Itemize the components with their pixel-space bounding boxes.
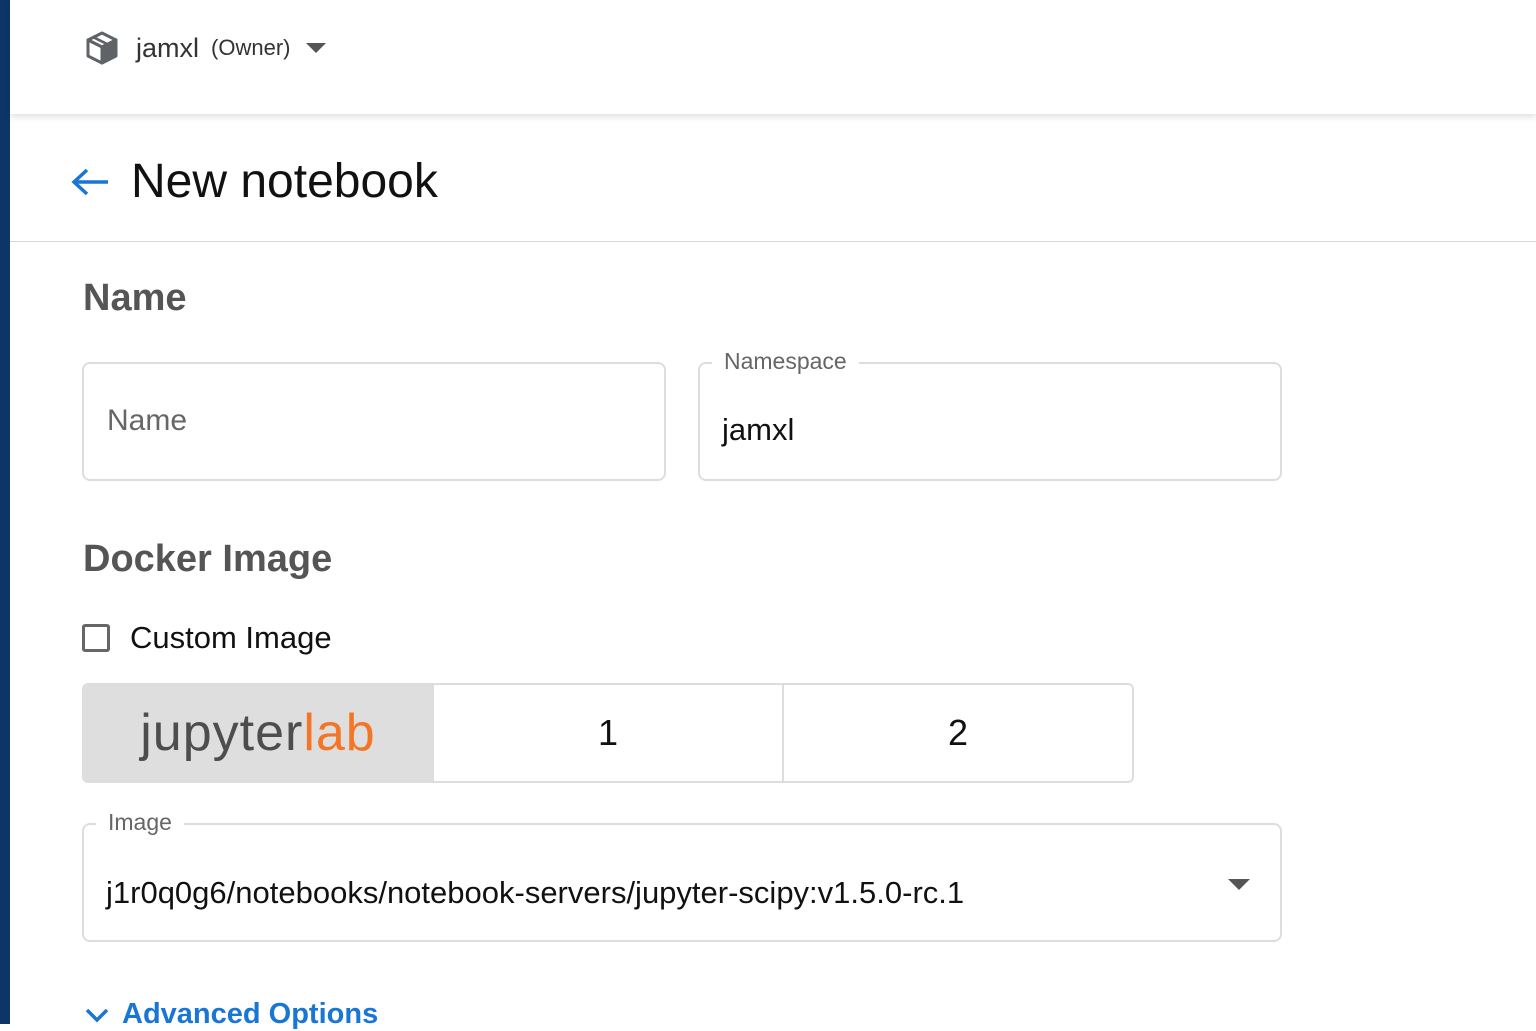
docker-image-section-heading: Docker Image	[83, 538, 333, 580]
jupyterlab-logo: jupyterlab	[140, 704, 376, 762]
name-input[interactable]: Name	[82, 362, 666, 481]
chevron-down-icon	[85, 1008, 109, 1022]
image-select[interactable]: Image j1r0q0g6/notebooks/notebook-server…	[82, 809, 1282, 942]
advanced-options-toggle[interactable]: Advanced Options	[84, 998, 378, 1031]
image-select-value: j1r0q0g6/notebooks/notebook-servers/jupy…	[106, 875, 965, 910]
image-select-label: Image	[96, 809, 184, 836]
namespace-name: jamxl	[136, 32, 200, 63]
namespace-selector[interactable]: jamxl (Owner)	[84, 30, 327, 66]
page-title: New notebook	[131, 155, 438, 208]
server-type-jupyterlab-button[interactable]: jupyterlab	[84, 685, 432, 781]
left-navigation-strip	[0, 0, 10, 1024]
caret-down-icon	[306, 43, 327, 53]
namespace-field-value: jamxl	[722, 412, 795, 447]
name-section-heading: Name	[83, 277, 187, 319]
custom-image-checkbox[interactable]	[82, 624, 110, 652]
namespace-field-label: Namespace	[712, 348, 859, 375]
arrow-left-icon[interactable]	[70, 166, 110, 198]
namespace-field[interactable]: Namespace jamxl	[698, 348, 1282, 481]
name-input-placeholder: Name	[107, 404, 188, 437]
cube-icon	[86, 31, 118, 65]
page-header: New notebook	[10, 114, 1536, 242]
server-type-option-2-button[interactable]: 2	[782, 685, 1132, 781]
top-toolbar: jamxl (Owner)	[10, 0, 1536, 114]
caret-down-icon	[1228, 879, 1250, 890]
advanced-options-label: Advanced Options	[122, 998, 379, 1030]
custom-image-checkbox-row[interactable]: Custom Image	[82, 620, 332, 656]
custom-image-label: Custom Image	[130, 620, 332, 655]
server-type-option-1-button[interactable]: 1	[432, 685, 782, 781]
namespace-role: (Owner)	[211, 35, 291, 60]
server-type-toggle-group: jupyterlab 1 2	[82, 683, 1134, 783]
